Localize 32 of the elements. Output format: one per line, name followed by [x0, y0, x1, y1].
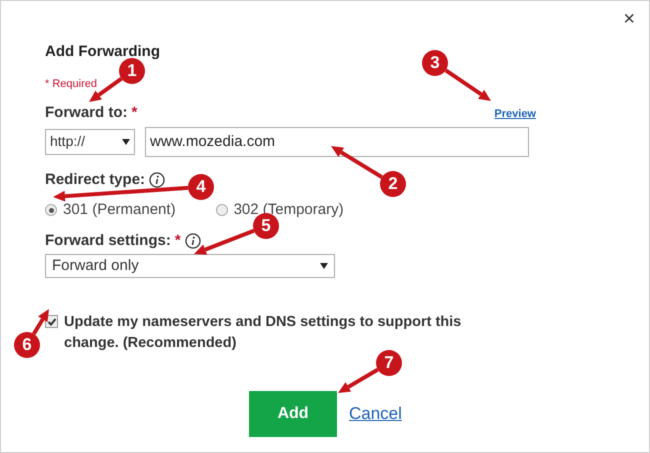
url-field[interactable]: www.mozedia.com [145, 126, 529, 156]
radio-button[interactable] [216, 204, 228, 216]
arrow [331, 146, 383, 179]
arrow [338, 368, 379, 393]
callout-badge: 5 [253, 213, 279, 239]
arrow [444, 68, 491, 101]
required-mark: * [174, 230, 181, 250]
required-note: * Required [45, 76, 97, 92]
cancel-link[interactable]: Cancel [349, 401, 402, 427]
checkbox-label: Update my nameservers and DNS settings to support this change. (Recommended) [64, 313, 462, 353]
field-label: Forward settings: [45, 230, 171, 250]
callout-badge: 4 [188, 174, 214, 200]
arrow [32, 309, 49, 335]
radio-button[interactable] [45, 204, 57, 216]
protocol-select[interactable]: http:// [45, 128, 135, 154]
info-icon[interactable] [184, 232, 201, 249]
callout-badge: 7 [376, 350, 402, 376]
preview-link[interactable]: Preview [494, 106, 536, 122]
callout-badge: 1 [119, 58, 145, 84]
required-mark: * [132, 104, 138, 121]
field-label: Forward to: [45, 104, 128, 121]
caret-icon [122, 138, 130, 144]
close-button[interactable]: × [623, 9, 635, 29]
callout-badge: 2 [380, 171, 406, 197]
settings-select[interactable]: Forward only [45, 254, 335, 278]
arrow [194, 228, 255, 255]
info-icon[interactable] [149, 172, 166, 188]
field-label: Redirect type: [45, 170, 146, 190]
callout-badge: 3 [422, 50, 448, 76]
callout-badge: 6 [14, 332, 40, 358]
caret-icon [320, 263, 328, 269]
radio-label: 301 (Permanent) [63, 200, 176, 220]
